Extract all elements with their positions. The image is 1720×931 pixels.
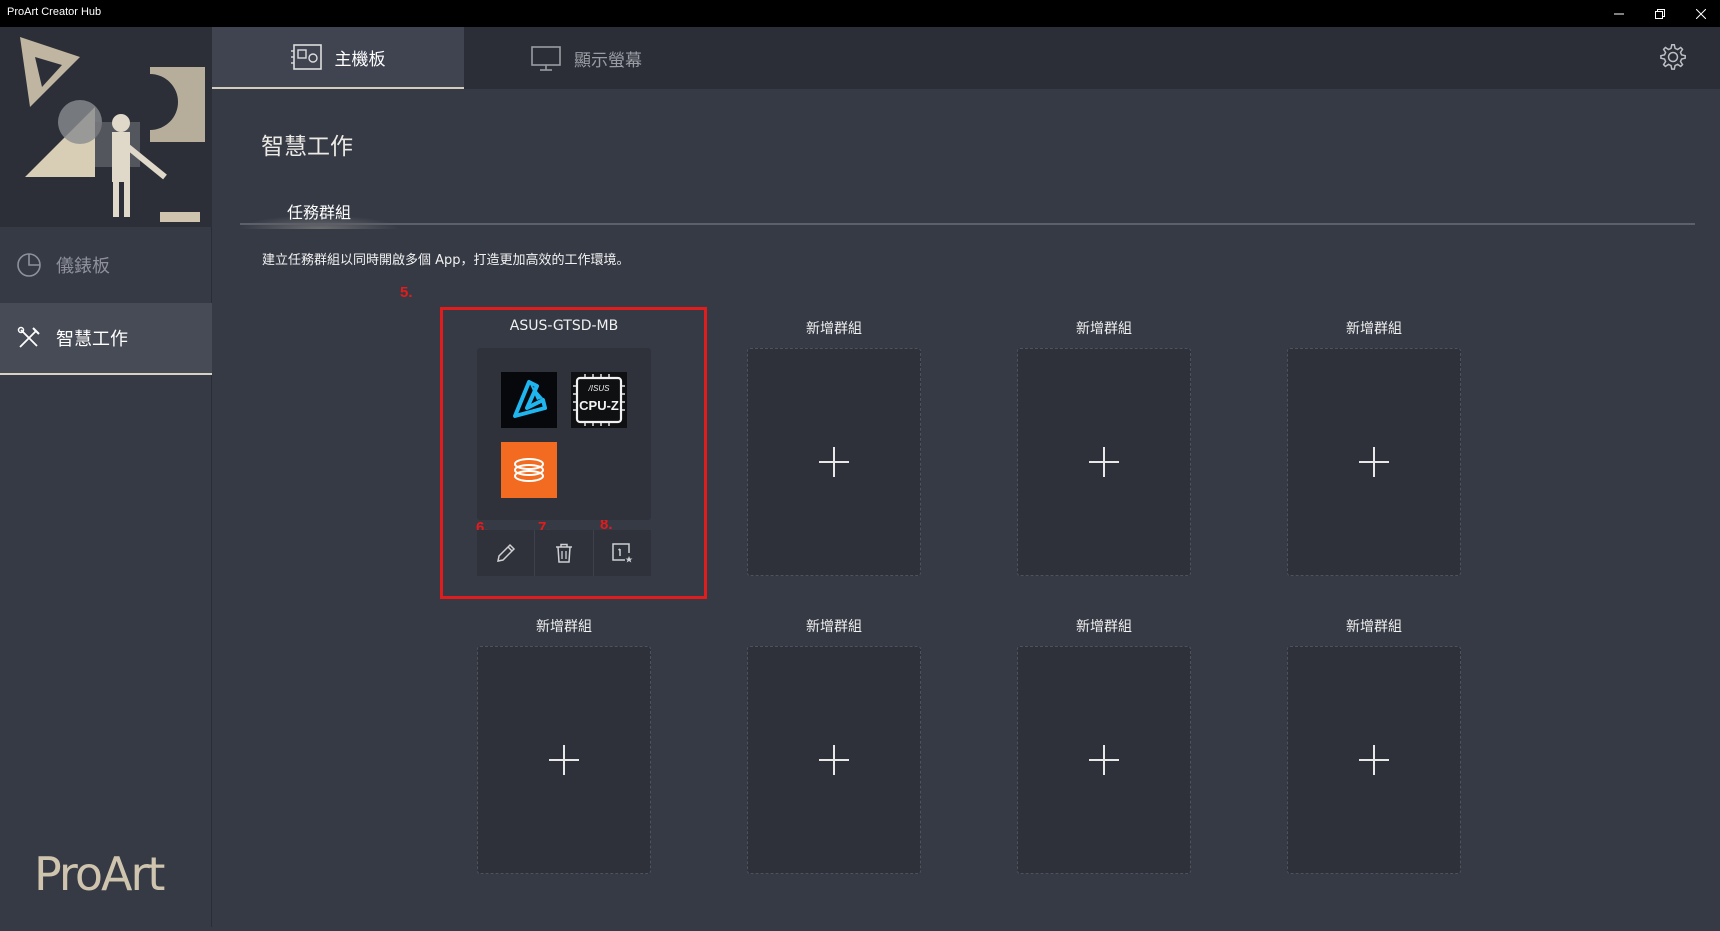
add-group-button[interactable] xyxy=(1017,646,1191,874)
close-icon xyxy=(1696,8,1706,19)
task-group-card[interactable]: 新增群組 xyxy=(1287,318,1461,578)
settings-button[interactable] xyxy=(1656,40,1690,74)
task-group-card[interactable]: 新增群組 xyxy=(1017,616,1191,876)
group-actions-bar xyxy=(477,530,651,576)
minimize-button[interactable] xyxy=(1596,0,1642,27)
task-group-card[interactable]: 新增群組 xyxy=(1287,616,1461,876)
orange-app-icon[interactable] xyxy=(501,442,557,498)
sidebar-item-label: 智慧工作 xyxy=(56,329,128,350)
armoury-app-icon[interactable] xyxy=(501,372,557,428)
plus-icon xyxy=(819,447,849,477)
add-group-button[interactable] xyxy=(477,646,651,874)
sidebar-item-smart-work[interactable]: 智慧工作 xyxy=(0,303,212,375)
restore-button[interactable] xyxy=(1637,0,1683,27)
subtab-divider xyxy=(240,223,1695,225)
plus-icon xyxy=(1359,745,1389,775)
launch-icon xyxy=(612,543,633,563)
proart-logo: ProArt xyxy=(34,847,165,901)
task-group-card[interactable]: 新增群組 xyxy=(477,616,651,876)
tab-label: 主機板 xyxy=(334,49,386,70)
tab-motherboard[interactable]: 主機板 xyxy=(212,27,464,89)
group-name: 新增群組 xyxy=(806,321,862,337)
add-group-button[interactable] xyxy=(747,348,921,576)
edit-group-button[interactable] xyxy=(477,530,536,576)
window-title: ProArt Creator Hub xyxy=(7,6,102,18)
task-group-card[interactable]: 新增群組 xyxy=(747,318,921,578)
pencil-icon xyxy=(496,543,515,562)
close-button[interactable] xyxy=(1678,0,1720,27)
tab-monitor[interactable]: 顯示螢幕 xyxy=(530,27,730,89)
app-window: ProArt Creator Hub 儀錶板 智慧工作 ProArt 主機板 顯… xyxy=(0,0,1720,931)
restore-icon xyxy=(1655,8,1665,19)
artwork-illustration xyxy=(0,27,212,227)
plus-icon xyxy=(549,745,579,775)
annotation-5: 5. xyxy=(400,284,413,301)
group-name: 新增群組 xyxy=(1346,619,1402,635)
launch-group-button[interactable] xyxy=(594,530,651,576)
group-name: 新增群組 xyxy=(536,619,592,635)
trash-icon xyxy=(555,543,572,563)
title-bar: ProArt Creator Hub xyxy=(0,0,1720,27)
page-title: 智慧工作 xyxy=(261,134,353,160)
top-tab-bar: 主機板 顯示螢幕 xyxy=(212,27,1720,89)
group-name: 新增群組 xyxy=(1076,321,1132,337)
sidebar-item-dashboard[interactable]: 儀錶板 xyxy=(0,229,212,301)
sidebar-artwork xyxy=(0,27,212,227)
group-name: 新增群組 xyxy=(1346,321,1402,337)
pie-chart-icon xyxy=(16,252,42,278)
plus-icon xyxy=(1089,447,1119,477)
task-group-card[interactable]: ASUS-GTSD-MB /ISUS CPU-Z xyxy=(477,318,651,578)
monitor-icon xyxy=(530,44,562,72)
task-group-card[interactable]: 新增群組 xyxy=(1017,318,1191,578)
minimize-icon xyxy=(1614,13,1624,14)
cpu-z-app-icon[interactable]: /ISUS CPU-Z xyxy=(571,372,627,428)
add-group-button[interactable] xyxy=(1287,348,1461,576)
cpuz-label: CPU-Z xyxy=(579,398,619,413)
page-description: 建立任務群組以同時開啟多個 App，打造更加高效的工作環境。 xyxy=(262,253,630,268)
gear-icon xyxy=(1660,44,1686,70)
task-group-card[interactable]: 新增群組 xyxy=(747,616,921,876)
sidebar: 儀錶板 智慧工作 ProArt xyxy=(0,27,212,927)
add-group-button[interactable] xyxy=(747,646,921,874)
motherboard-icon xyxy=(290,43,323,71)
group-app-tray[interactable]: /ISUS CPU-Z xyxy=(477,348,651,520)
sidebar-item-label: 儀錶板 xyxy=(56,256,110,277)
plus-icon xyxy=(1359,447,1389,477)
asus-label: /ISUS xyxy=(588,384,611,393)
tab-label: 顯示螢幕 xyxy=(574,50,642,71)
add-group-button[interactable] xyxy=(1017,348,1191,576)
group-name: 新增群組 xyxy=(1076,619,1132,635)
plus-icon xyxy=(1089,745,1119,775)
group-name: ASUS-GTSD-MB xyxy=(509,318,619,334)
tools-icon xyxy=(16,325,42,351)
group-name: 新增群組 xyxy=(806,619,862,635)
add-group-button[interactable] xyxy=(1287,646,1461,874)
plus-icon xyxy=(819,745,849,775)
delete-group-button[interactable] xyxy=(535,530,594,576)
